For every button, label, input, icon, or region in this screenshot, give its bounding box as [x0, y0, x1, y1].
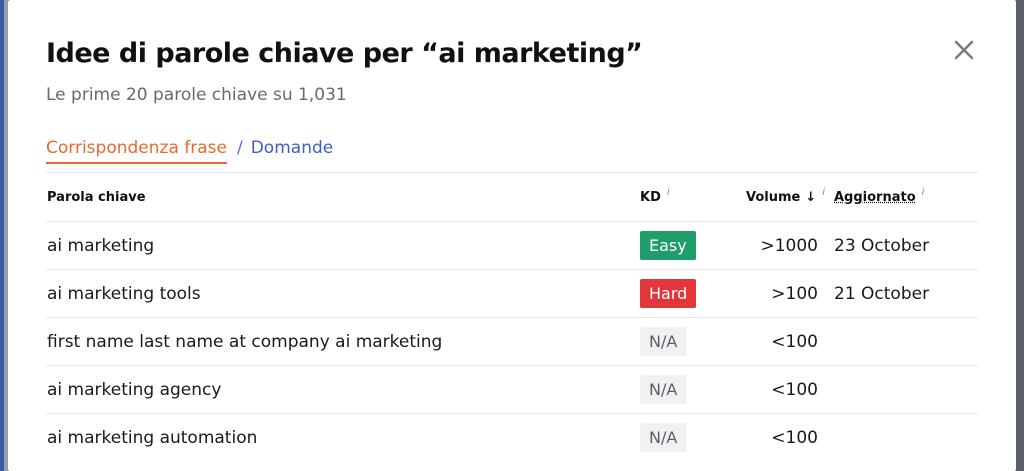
- match-type-tabs: Corrispondenza frase / Domande: [46, 138, 333, 164]
- keyword-cell[interactable]: ai marketing tools: [47, 284, 201, 304]
- tab-questions[interactable]: Domande: [251, 138, 334, 158]
- volume-cell: <100: [771, 379, 818, 400]
- table-row[interactable]: first name last name at company ai marke…: [46, 317, 978, 365]
- sort-descending-icon[interactable]: ↓: [805, 190, 816, 205]
- table-row[interactable]: ai marketing automation N/A <100: [46, 413, 978, 461]
- column-header-keyword: Parola chiave: [47, 189, 146, 205]
- info-icon[interactable]: i: [667, 187, 670, 198]
- keyword-cell[interactable]: first name last name at company ai marke…: [47, 332, 442, 352]
- keyword-cell[interactable]: ai marketing: [47, 236, 154, 256]
- modal-subtitle: Le prime 20 parole chiave su 1,031: [46, 85, 347, 105]
- table-row[interactable]: ai marketing agency N/A <100: [46, 365, 978, 413]
- kd-badge: N/A: [640, 375, 687, 404]
- close-icon[interactable]: [950, 36, 978, 64]
- table-header-row: Parola chiave KD i Volume ↓ i Aggiornato…: [46, 172, 978, 221]
- updated-cell: 21 October: [834, 283, 930, 304]
- updated-cell: 23 October: [834, 235, 930, 256]
- table-row[interactable]: ai marketing Easy >1000 23 October: [46, 221, 978, 269]
- info-icon[interactable]: i: [822, 187, 825, 198]
- modal-title: Idee di parole chiave per “ai marketing”: [46, 38, 643, 69]
- table-row[interactable]: ai marketing tools Hard >100 21 October: [46, 269, 978, 317]
- volume-cell: <100: [771, 331, 818, 352]
- keyword-cell[interactable]: ai marketing agency: [47, 380, 221, 400]
- volume-cell: <100: [771, 427, 818, 448]
- keywords-table: Parola chiave KD i Volume ↓ i Aggiornato…: [46, 172, 978, 461]
- keyword-ideas-modal: Idee di parole chiave per “ai marketing”…: [8, 0, 1016, 471]
- info-icon[interactable]: i: [922, 187, 925, 198]
- keyword-cell[interactable]: ai marketing automation: [47, 428, 257, 448]
- kd-badge: N/A: [640, 423, 687, 452]
- volume-cell: >1000: [760, 235, 818, 256]
- column-header-volume[interactable]: Volume ↓ i: [746, 173, 825, 221]
- kd-badge: Easy: [640, 231, 696, 260]
- volume-cell: >100: [771, 283, 818, 304]
- tab-separator: /: [236, 138, 243, 158]
- tab-phrase-match[interactable]: Corrispondenza frase: [46, 138, 227, 164]
- column-header-kd: KD i: [640, 186, 670, 205]
- kd-badge: N/A: [640, 327, 687, 356]
- kd-badge: Hard: [640, 279, 697, 308]
- column-header-updated: Aggiornato i: [834, 186, 925, 205]
